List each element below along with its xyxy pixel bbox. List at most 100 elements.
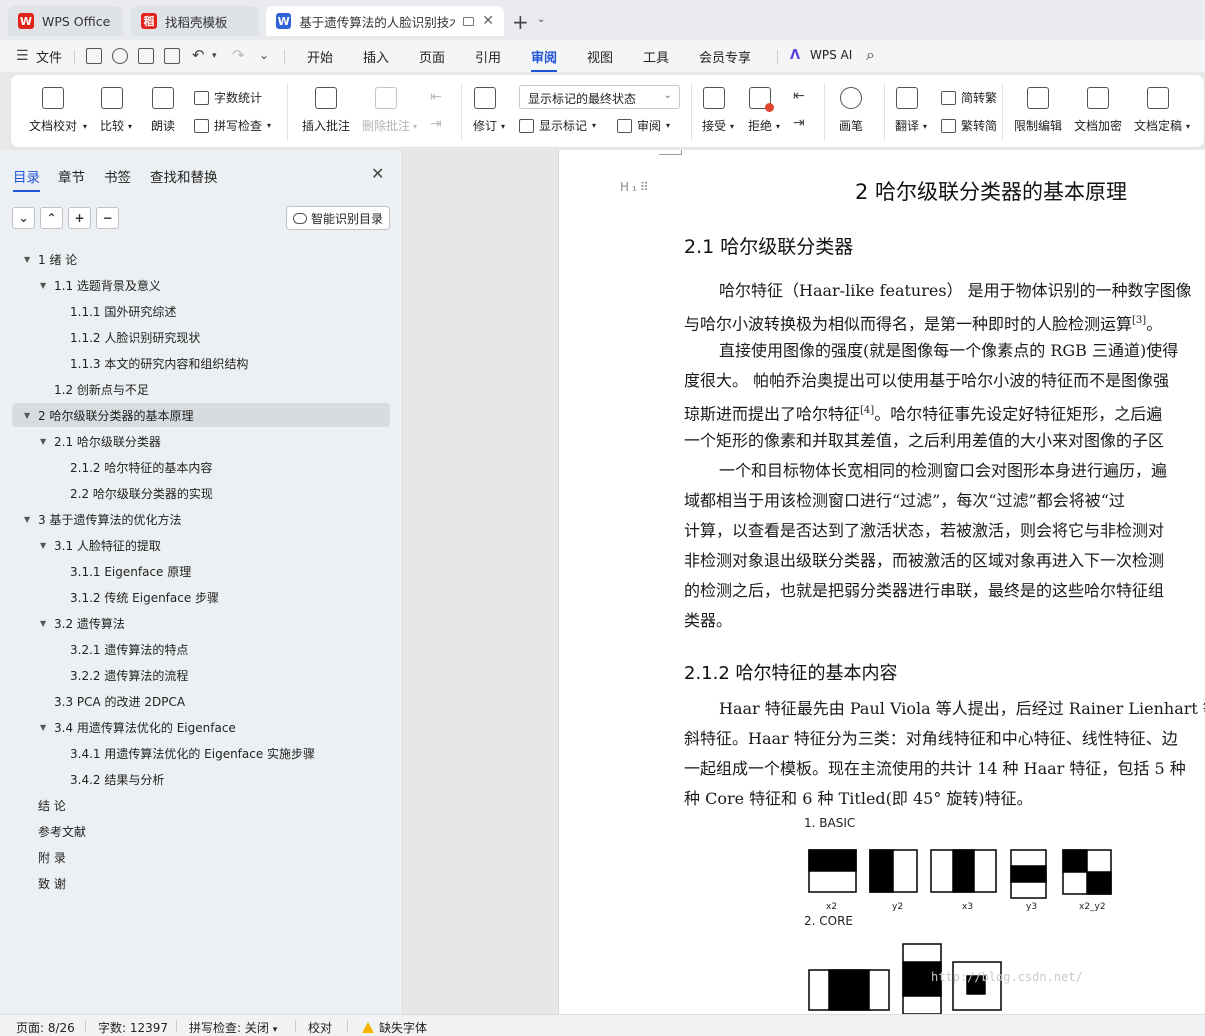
hamburger-icon[interactable]: ☰ — [16, 48, 29, 64]
collapse-up-button[interactable]: ⌃ — [40, 207, 63, 229]
expand-arrow-icon[interactable]: ▼ — [40, 437, 46, 446]
chevron-down-icon[interactable]: ▾ — [212, 51, 217, 61]
finalize-button[interactable]: 文档定稿 — [1134, 87, 1182, 134]
next-change-icon[interactable]: ⇥ — [793, 115, 805, 131]
citation[interactable]: [4] — [860, 405, 874, 416]
chevron-down-icon[interactable]: ▾ — [128, 122, 132, 131]
toc-item[interactable]: ▼ 3 基于遗传算法的优化方法 — [12, 507, 390, 531]
toc-item[interactable]: ▼ 3.2 遗传算法 — [12, 611, 390, 635]
toc-item[interactable]: ▼ 2.1 哈尔级联分类器 — [12, 429, 390, 453]
toc-item[interactable]: 3.4.1 用遗传算法优化的 Eigenface 实施步骤 — [12, 741, 390, 765]
restrict-edit-button[interactable]: 限制编辑 — [1014, 87, 1062, 134]
expand-arrow-icon[interactable]: ▼ — [24, 255, 30, 264]
show-markup-button[interactable]: 显示标记 ▾ — [519, 117, 596, 134]
toc-item[interactable]: 2.1.2 哈尔特征的基本内容 — [12, 455, 390, 479]
encrypt-button[interactable]: 文档加密 — [1074, 87, 1122, 134]
expand-arrow-icon[interactable]: ▼ — [40, 281, 46, 290]
translate-button[interactable]: 翻译 — [895, 87, 919, 134]
status-spell-check[interactable]: 拼写检查: 关闭 ▾ — [189, 1019, 277, 1036]
save-icon[interactable] — [86, 48, 102, 64]
toc-item[interactable]: 1.2 创新点与不足 — [12, 377, 390, 401]
monitor-icon[interactable] — [462, 16, 475, 26]
close-icon[interactable]: ✕ — [371, 164, 384, 183]
markup-mode-select[interactable]: 显示标记的最终状态 ⌄ — [519, 85, 680, 109]
chevron-down-icon[interactable]: ⌄ — [537, 14, 545, 25]
toc-item[interactable]: 3.4.2 结果与分析 — [12, 767, 390, 791]
toc-item[interactable]: ▼ 2 哈尔级联分类器的基本原理 — [12, 403, 390, 427]
chevron-down-icon[interactable]: ⌄ — [259, 48, 269, 62]
status-page[interactable]: 页面: 8/26 — [16, 1019, 75, 1036]
menu-wps-ai[interactable]: WPS AI — [810, 48, 852, 62]
smart-toc-button[interactable]: 智能识别目录 — [286, 206, 390, 230]
track-changes-button[interactable]: 修订 — [473, 87, 497, 134]
status-proofread[interactable]: 校对 — [308, 1019, 332, 1036]
add-heading-button[interactable]: + — [68, 207, 91, 229]
review-pane-button[interactable]: 审阅 ▾ — [617, 117, 670, 134]
to-traditional-button[interactable]: 简转繁 — [941, 89, 997, 106]
prev-change-icon[interactable]: ⇤ — [793, 88, 805, 104]
chevron-down-icon[interactable]: ▾ — [83, 122, 87, 131]
doc-check-button[interactable]: 文档校对 — [29, 87, 77, 134]
tab-document[interactable]: W 基于遗传算法的人脸识别技术 ✕ — [266, 6, 504, 36]
heading-drag-handle-icon[interactable]: H₁⠿ — [620, 180, 652, 194]
tab-wps-office[interactable]: W WPS Office — [8, 6, 123, 36]
menu-tools[interactable]: 工具 — [643, 47, 669, 66]
word-count-button[interactable]: 字数统计 — [194, 89, 262, 106]
toc-item[interactable]: 致 谢 — [12, 871, 390, 895]
citation[interactable]: [3] — [1132, 315, 1146, 326]
chevron-down-icon[interactable]: ▾ — [501, 122, 505, 131]
spell-check-button[interactable]: 拼写检查 ▾ — [194, 117, 271, 134]
toc-item[interactable]: ▼ 3.1 人脸特征的提取 — [12, 533, 390, 557]
status-word-count[interactable]: 字数: 12397 — [98, 1019, 168, 1036]
toc-item[interactable]: 3.2.2 遗传算法的流程 — [12, 663, 390, 687]
expand-arrow-icon[interactable]: ▼ — [40, 723, 46, 732]
toc-item[interactable]: 3.2.1 遗传算法的特点 — [12, 637, 390, 661]
menu-reference[interactable]: 引用 — [475, 47, 501, 66]
toc-item[interactable]: 3.1.2 传统 Eigenface 步骤 — [12, 585, 390, 609]
undo-icon[interactable]: ↶ — [192, 46, 205, 64]
toc-item[interactable]: 附 录 — [12, 845, 390, 869]
expand-down-button[interactable]: ⌄ — [12, 207, 35, 229]
insert-comment-button[interactable]: 插入批注 — [302, 87, 350, 134]
toc-item[interactable]: ▼ 1.1 选题背景及意义 — [12, 273, 390, 297]
sidebar-tab-chapters[interactable]: 章节 — [58, 166, 85, 186]
toc-item[interactable]: 2.2 哈尔级联分类器的实现 — [12, 481, 390, 505]
tab-template[interactable]: 稻 找稻壳模板 — [131, 6, 259, 36]
menu-file[interactable]: 文件 — [36, 47, 62, 66]
accept-button[interactable]: 接受 — [702, 87, 726, 134]
chevron-down-icon[interactable]: ▾ — [1186, 122, 1190, 131]
search-icon[interactable]: ⌕ — [866, 45, 875, 65]
toc-item[interactable]: 结 论 — [12, 793, 390, 817]
menu-insert[interactable]: 插入 — [363, 47, 389, 66]
chevron-down-icon[interactable]: ▾ — [413, 122, 417, 131]
remove-heading-button[interactable]: − — [96, 207, 119, 229]
read-aloud-button[interactable]: 朗读 — [151, 87, 175, 134]
document-page[interactable]: H₁⠿ 2 哈尔级联分类器的基本原理 2.1 哈尔级联分类器 哈尔特征（Haar… — [558, 150, 1205, 1014]
menu-home[interactable]: 开始 — [307, 47, 333, 66]
expand-arrow-icon[interactable]: ▼ — [40, 541, 46, 550]
chevron-down-icon[interactable]: ▾ — [730, 122, 734, 131]
redo-icon[interactable]: ↷ — [232, 46, 245, 64]
chevron-down-icon[interactable]: ▾ — [776, 122, 780, 131]
pen-button[interactable]: 画笔 — [839, 87, 863, 134]
menu-page[interactable]: 页面 — [419, 47, 445, 66]
toc-item[interactable]: ▼ 3.4 用遗传算法优化的 Eigenface — [12, 715, 390, 739]
reject-button[interactable]: 拒绝 — [748, 87, 774, 134]
prev-comment-icon[interactable]: ⇤ — [430, 89, 442, 105]
toc-item[interactable]: 参考文献 — [12, 819, 390, 843]
sidebar-tab-find-replace[interactable]: 查找和替换 — [150, 166, 218, 186]
toc-item[interactable]: 1.1.3 本文的研究内容和组织结构 — [12, 351, 390, 375]
toc-item[interactable]: 3.3 PCA 的改进 2DPCA — [12, 689, 390, 713]
to-simplified-button[interactable]: 繁转简 — [941, 117, 997, 134]
share-icon[interactable] — [112, 48, 128, 64]
compare-button[interactable]: 比较 — [100, 87, 124, 134]
close-tab-icon[interactable]: ✕ — [482, 13, 494, 29]
new-tab-icon[interactable]: + — [512, 10, 529, 34]
toc-item[interactable]: 3.1.1 Eigenface 原理 — [12, 559, 390, 583]
menu-member[interactable]: 会员专享 — [699, 47, 751, 66]
toc-item[interactable]: ▼ 1 绪 论 — [12, 247, 390, 271]
menu-review[interactable]: 审阅 — [531, 47, 558, 72]
menu-view[interactable]: 视图 — [587, 47, 613, 66]
print-icon[interactable] — [138, 48, 154, 64]
sidebar-tab-bookmarks[interactable]: 书签 — [104, 166, 131, 186]
